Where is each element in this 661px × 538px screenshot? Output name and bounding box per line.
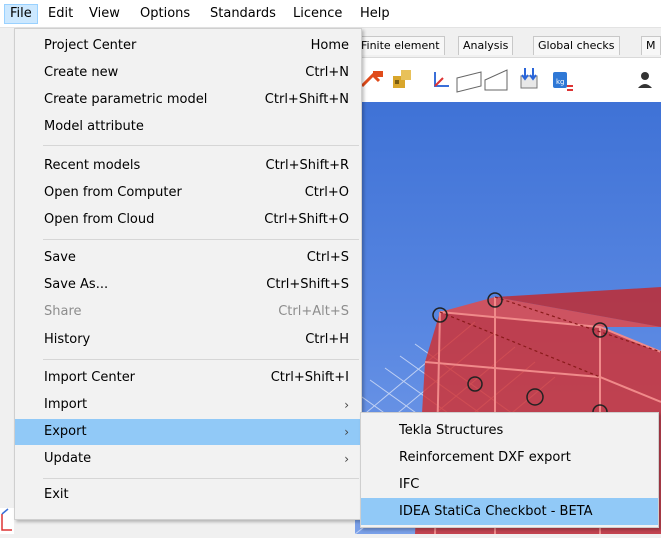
chevron-right-icon: ›	[344, 425, 349, 439]
mass-icon[interactable]: kg	[547, 66, 575, 94]
menu-standards[interactable]: Standards	[205, 5, 281, 23]
menu-bar: File Edit View Options Standards Licence…	[0, 0, 661, 28]
svg-text:kg: kg	[556, 78, 565, 86]
menu-item-export[interactable]: Export ›	[15, 419, 361, 445]
menu-item-exit[interactable]: Exit	[15, 482, 361, 508]
menu-separator	[43, 478, 359, 479]
menu-separator	[43, 359, 359, 360]
menu-item-model-attribute[interactable]: Model attribute	[15, 114, 361, 140]
chevron-right-icon: ›	[344, 398, 349, 412]
menu-edit[interactable]: Edit	[43, 5, 78, 23]
menu-item-project-center[interactable]: Project Center Home	[15, 33, 361, 59]
submenu-item-reinforcement-dxf-export[interactable]: Reinforcement DXF export	[361, 444, 658, 471]
surface-icon[interactable]	[483, 66, 511, 94]
tab-more[interactable]: M	[641, 36, 661, 55]
plate-icon[interactable]	[455, 66, 483, 94]
menu-separator	[43, 145, 359, 146]
chevron-right-icon: ›	[344, 452, 349, 466]
menu-view[interactable]: View	[84, 5, 125, 23]
menu-item-create-parametric-model[interactable]: Create parametric model Ctrl+Shift+N	[15, 87, 361, 113]
menu-item-save[interactable]: Save Ctrl+S	[15, 245, 361, 271]
menu-item-create-new[interactable]: Create new Ctrl+N	[15, 60, 361, 86]
menu-separator	[43, 239, 359, 240]
ribbon-toolbar: kg	[355, 57, 661, 103]
menu-licence[interactable]: Licence	[288, 5, 347, 23]
menu-item-update[interactable]: Update ›	[15, 446, 361, 472]
menu-item-open-from-cloud[interactable]: Open from Cloud Ctrl+Shift+O	[15, 207, 361, 233]
file-menu: Project Center Home Create new Ctrl+N Cr…	[14, 28, 362, 520]
menu-item-history[interactable]: History Ctrl+H	[15, 327, 361, 353]
export-submenu: Tekla Structures Reinforcement DXF expor…	[360, 412, 659, 528]
submenu-item-idea-statica-checkbot[interactable]: IDEA StatiCa Checkbot - BETA	[361, 498, 658, 525]
tab-finite-element[interactable]: Finite element	[356, 36, 445, 55]
menu-item-recent-models[interactable]: Recent models Ctrl+Shift+R	[15, 153, 361, 179]
menu-file[interactable]: File	[4, 4, 38, 24]
axis-corner-icon	[1, 508, 12, 531]
tab-analysis[interactable]: Analysis	[458, 36, 514, 55]
menu-item-import-center[interactable]: Import Center Ctrl+Shift+I	[15, 365, 361, 391]
menu-help[interactable]: Help	[355, 5, 395, 23]
member-tool-icon[interactable]	[359, 66, 387, 94]
axes-icon[interactable]	[427, 66, 455, 94]
submenu-item-ifc[interactable]: IFC	[361, 471, 658, 498]
tab-global-checks[interactable]: Global checks	[533, 36, 620, 55]
left-panel-edge	[0, 508, 14, 534]
submenu-item-tekla-structures[interactable]: Tekla Structures	[361, 417, 658, 444]
load-icon[interactable]	[515, 66, 543, 94]
ribbon-tabs: Finite element Analysis Global checks M	[355, 34, 661, 56]
grid-generator-icon[interactable]	[389, 66, 417, 94]
menu-item-share: Share Ctrl+Alt+S	[44, 304, 349, 319]
menu-item-open-from-computer[interactable]: Open from Computer Ctrl+O	[15, 180, 361, 206]
menu-item-import[interactable]: Import ›	[15, 392, 361, 418]
user-icon[interactable]	[635, 66, 661, 94]
menu-options[interactable]: Options	[135, 5, 195, 23]
menu-item-save-as[interactable]: Save As... Ctrl+Shift+S	[15, 272, 361, 298]
